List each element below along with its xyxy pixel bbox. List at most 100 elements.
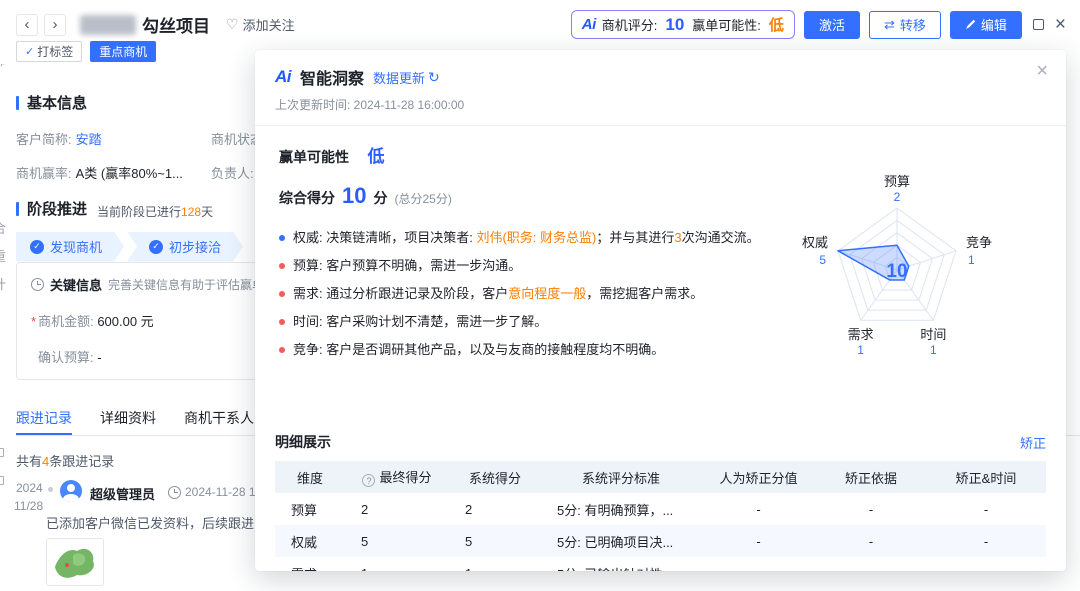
- ai-score-badge[interactable]: Ai 商机评分: 10 赢单可能性: 低: [571, 10, 795, 39]
- transfer-icon: ⇄: [884, 17, 895, 33]
- field-label: 商机赢率:: [16, 166, 72, 181]
- stage-step: ✓初步接洽: [127, 232, 243, 262]
- back-button[interactable]: ‹: [16, 14, 38, 36]
- refresh-icon: ↻: [428, 69, 440, 86]
- add-tag-button[interactable]: ✓ 打标签: [16, 41, 82, 62]
- svg-text:2: 2: [894, 190, 901, 204]
- close-modal-button[interactable]: ×: [1036, 61, 1048, 81]
- user-avatar: [60, 480, 82, 502]
- page-title: 勾丝项目: [142, 12, 210, 37]
- detail-section: 明细展示 矫正 维度?最终得分系统得分系统评分标准人为矫正分值矫正依据矫正&时间…: [255, 432, 1066, 571]
- column-header: 系统得分: [449, 461, 541, 493]
- activate-button[interactable]: 激活: [804, 11, 860, 39]
- highlighted-text: 刘伟(职务: 财务总监): [476, 230, 596, 245]
- plain-text: 需求: 通过分析跟进记录及阶段，客户: [293, 286, 508, 301]
- svg-text:5: 5: [819, 253, 826, 267]
- left-edge-text-fragment: 合: [0, 218, 6, 237]
- heart-icon: ♡: [226, 16, 239, 33]
- table-row: 预算225分: 有明确预算，...---: [275, 493, 1046, 525]
- record-image[interactable]: [46, 538, 104, 586]
- svg-text:竞争: 竞争: [966, 235, 992, 250]
- tab[interactable]: 详细资料: [100, 408, 156, 435]
- plain-text: 预算: 客户预算不明确，需进一步沟通。: [293, 258, 521, 273]
- field-value[interactable]: 安踏: [76, 132, 102, 147]
- plain-text: ，需挖掘客户需求。: [586, 286, 703, 301]
- table-cell: 1: [345, 557, 449, 571]
- modal-title: 智能洞察: [300, 65, 364, 89]
- close-page-button[interactable]: ×: [1055, 14, 1066, 36]
- radar-chart: 10预算2竞争1时间1需求1权威5: [742, 150, 1052, 390]
- table-cell: 2: [449, 493, 541, 525]
- bullet-text: 权威: 决策链清晰，项目决策者: 刘伟(职务: 财务总监)；并与其进行3次沟通交…: [293, 229, 760, 247]
- record-user: 超级管理员: [90, 484, 155, 503]
- fullscreen-icon: [1033, 19, 1044, 30]
- required-star: *: [31, 314, 36, 329]
- info-field: 客户简称: 安踏: [16, 129, 211, 148]
- table-cell: 5: [345, 525, 449, 557]
- column-header: 人为矫正分值: [701, 461, 816, 493]
- tab[interactable]: 跟进记录: [16, 408, 72, 435]
- bullet-text: 预算: 客户预算不明确，需进一步沟通。: [293, 257, 521, 275]
- question-icon: ?: [362, 474, 375, 487]
- bullet-text: 需求: 通过分析跟进记录及阶段，客户意向程度一般，需挖掘客户需求。: [293, 285, 703, 303]
- bullet-dot-icon: [279, 235, 285, 241]
- column-header: ?最终得分: [345, 461, 449, 493]
- table-row: 权威555分: 已明确项目决...---: [275, 525, 1046, 557]
- insight-bullet: 需求: 通过分析跟进记录及阶段，客户意向程度一般，需挖掘客户需求。: [279, 285, 799, 303]
- table-cell: 5分: 已明确项目决...: [541, 525, 701, 557]
- title-area: ‹ › 勾丝项目 ♡ 添加关注: [16, 12, 295, 37]
- left-edge-box-fragment: [0, 448, 4, 457]
- field-label: 客户简称:: [16, 132, 72, 147]
- field-value: A类 (赢率80%~1...: [76, 166, 183, 181]
- check-icon: ✓: [30, 240, 44, 254]
- table-cell: 1: [449, 557, 541, 571]
- table-cell: 5: [449, 525, 541, 557]
- modal-header: Ai 智能洞察 数据更新 ↻ ×: [255, 50, 1066, 89]
- key-opportunity-tag: 重点商机: [90, 41, 156, 62]
- table-cell: -: [701, 557, 816, 571]
- edit-button[interactable]: 编辑: [950, 11, 1022, 39]
- score-label: 商机评分:: [602, 15, 658, 34]
- table-cell: 需求: [275, 557, 345, 571]
- transfer-button[interactable]: ⇄ 转移: [869, 11, 941, 39]
- ai-insight-modal: Ai 智能洞察 数据更新 ↻ × 上次更新时间: 2024-11-28 16:0…: [255, 50, 1066, 571]
- forward-button[interactable]: ›: [44, 14, 66, 36]
- stage-step: ✓ 发现商机: [16, 232, 124, 262]
- tag-button-label: 打标签: [37, 43, 73, 60]
- key-info-title: 关键信息: [50, 275, 102, 294]
- tab[interactable]: 商机干系人 1: [184, 408, 266, 435]
- ai-logo-icon: Ai: [582, 16, 596, 33]
- insight-bullet: 竞争: 客户是否调研其他产品，以及与友商的接触程度均不明确。: [279, 341, 799, 359]
- step-label: 初步接洽: [169, 237, 221, 256]
- insight-bullet: 权威: 决策链清晰，项目决策者: 刘伟(职务: 财务总监)；并与其进行3次沟通交…: [279, 229, 799, 247]
- pencil-icon: [965, 19, 976, 30]
- table-cell: 2: [345, 493, 449, 525]
- screen: 部合重计 ‹ › 勾丝项目 ♡ 添加关注 ✓ 打标签 重点商机 Ai 商机评分:…: [0, 0, 1080, 591]
- left-edge-text-fragment: 计: [0, 274, 6, 293]
- bullet-dot-icon: [279, 347, 285, 353]
- follow-button[interactable]: ♡ 添加关注: [226, 15, 295, 34]
- fullscreen-button[interactable]: [1033, 19, 1044, 30]
- svg-text:1: 1: [930, 343, 937, 357]
- step-label: 发现商机: [50, 237, 102, 256]
- svg-text:需求: 需求: [848, 327, 874, 342]
- record-year: 2024: [16, 481, 43, 495]
- detail-table: 维度?最终得分系统得分系统评分标准人为矫正分值矫正依据矫正&时间 预算225分:…: [275, 461, 1046, 571]
- bullet-dot-icon: [279, 319, 285, 325]
- table-cell: -: [926, 493, 1046, 525]
- stage-days: 当前阶段已进行128天: [97, 203, 213, 220]
- bullet-text: 时间: 客户采购计划不清楚，需进一步了解。: [293, 313, 547, 331]
- table-cell: 权威: [275, 525, 345, 557]
- field-label: 负责人:: [211, 166, 254, 181]
- correct-link[interactable]: 矫正: [1020, 433, 1046, 452]
- follow-label: 添加关注: [243, 15, 295, 34]
- map-image: [47, 539, 103, 585]
- table-cell: 5分: 有明确预算，...: [541, 493, 701, 525]
- plain-text: 竞争: 客户是否调研其他产品，以及与友商的接触程度均不明确。: [293, 342, 664, 357]
- left-edge-text-fragment: 重: [0, 246, 6, 265]
- svg-text:1: 1: [968, 253, 975, 267]
- detail-head: 明细展示 矫正: [275, 432, 1046, 452]
- transfer-label: 转移: [900, 15, 926, 34]
- svg-text:10: 10: [886, 261, 907, 282]
- refresh-data-button[interactable]: 数据更新 ↻: [373, 68, 440, 87]
